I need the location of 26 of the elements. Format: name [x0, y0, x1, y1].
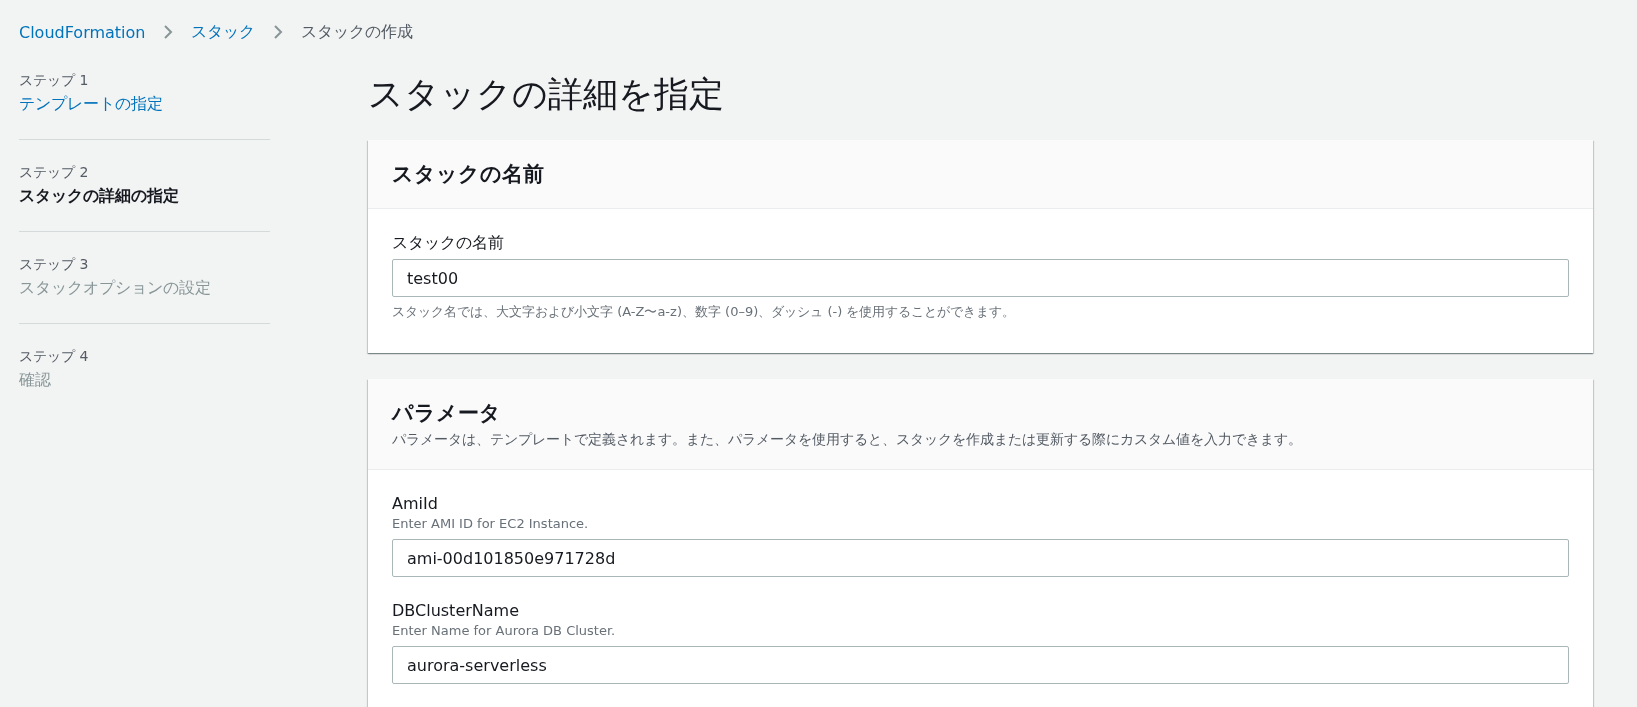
- step-number: ステップ 2: [19, 164, 90, 182]
- section-description: パラメータは、テンプレートで定義されます。また、パラメータを使用すると、スタックを作成または更新する際にカスタム値を入力できます。: [392, 431, 1303, 449]
- field-label: スタックの名前: [392, 232, 505, 254]
- input-field[interactable]: ami-00d101850e971728d: [392, 539, 1569, 577]
- page-title: スタックの詳細を指定: [368, 73, 725, 116]
- field-hint: スタック名では、大文字および小文字 (A-Z〜a-z)、数字 (0–9)、ダッシュ (-) を使用することができます。: [392, 303, 1017, 321]
- field-label: AmiId: [392, 493, 439, 515]
- step-title: スタックオプションの設定: [19, 278, 212, 299]
- step-number: ステップ 1: [19, 72, 90, 90]
- chevron-right-icon: [273, 24, 284, 40]
- input-field[interactable]: test00: [392, 259, 1569, 297]
- step-number: ステップ 3: [19, 256, 90, 274]
- section-title: スタックの名前: [392, 161, 545, 188]
- chevron-right-icon: [163, 24, 174, 40]
- section-title: パラメータ: [392, 400, 502, 427]
- step-title: 確認: [19, 370, 52, 391]
- step-number: ステップ 4: [19, 348, 90, 366]
- input-field[interactable]: aurora-serverless: [392, 646, 1569, 684]
- step-title: スタックの詳細の指定: [19, 186, 180, 207]
- field-description: Enter Name for Aurora DB Cluster.: [392, 623, 617, 638]
- breadcrumb-link[interactable]: CloudFormation: [19, 22, 146, 42]
- breadcrumb-current: スタックの作成: [301, 21, 414, 43]
- breadcrumb-link[interactable]: スタック: [191, 21, 256, 43]
- field-description: Enter AMI ID for EC2 Instance.: [392, 516, 590, 531]
- field-label: DBClusterName: [392, 600, 520, 622]
- step-title[interactable]: テンプレートの指定: [19, 94, 270, 115]
